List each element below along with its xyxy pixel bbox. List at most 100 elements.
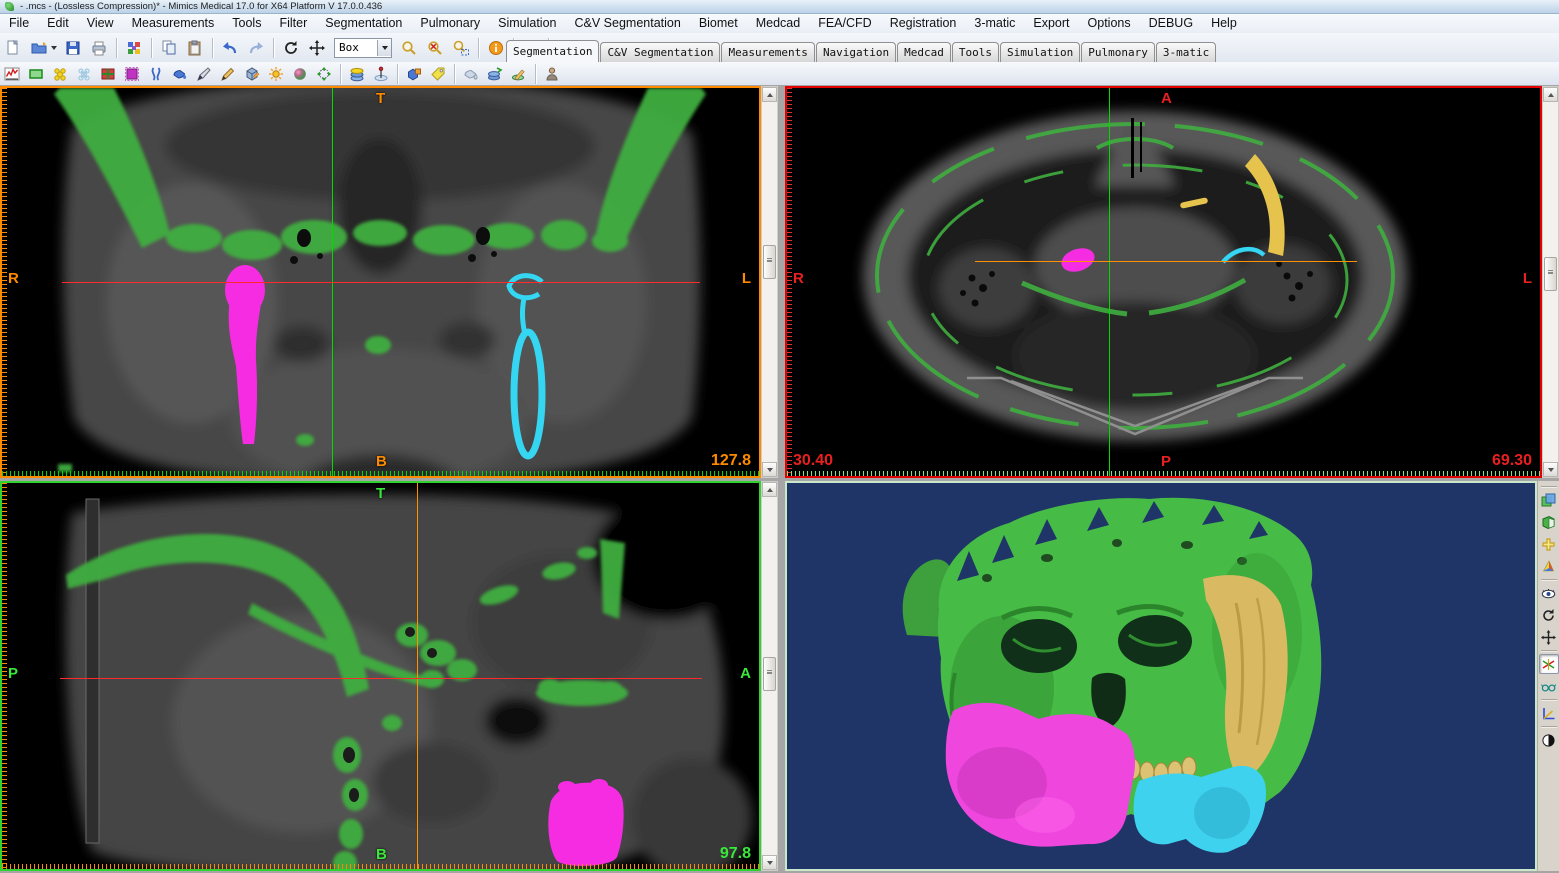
coronal-crosshair-horizontal[interactable] bbox=[62, 282, 700, 283]
sagittal-scrollbar[interactable] bbox=[761, 481, 778, 871]
menu-edit[interactable]: Edit bbox=[38, 14, 78, 33]
sagittal-crosshair-horizontal[interactable] bbox=[60, 678, 702, 679]
axial-scrollbar[interactable] bbox=[1542, 86, 1559, 478]
coronal-viewport[interactable]: T R L B 127.8 bbox=[0, 86, 761, 478]
multiple-slice-edit-icon[interactable] bbox=[346, 63, 368, 85]
open-dropdown-icon[interactable] bbox=[51, 46, 57, 50]
cavity-fill-icon[interactable] bbox=[169, 63, 191, 85]
print-icon[interactable] bbox=[87, 36, 111, 60]
draw-profile-line-icon[interactable] bbox=[193, 63, 215, 85]
menu-tools[interactable]: Tools bbox=[223, 14, 270, 33]
thresholding-icon[interactable] bbox=[1, 63, 23, 85]
window-titlebar[interactable]: - .mcs - (Lossless Compression)* - Mimic… bbox=[0, 0, 1559, 14]
tab-tools[interactable]: Tools bbox=[952, 42, 999, 62]
zoom-in-icon[interactable] bbox=[397, 36, 421, 60]
calculate-3d-icon[interactable] bbox=[97, 63, 119, 85]
dynamic-region-growing-icon[interactable] bbox=[73, 63, 95, 85]
menu-options[interactable]: Options bbox=[1079, 14, 1140, 33]
zoom-mode-dropdown-icon[interactable] bbox=[377, 40, 391, 56]
menu-measurements[interactable]: Measurements bbox=[123, 14, 224, 33]
registration-cross-icon[interactable] bbox=[1539, 534, 1559, 554]
axial-viewport[interactable]: A R L P 30.40 69.30 bbox=[785, 86, 1542, 478]
clipping-cube-icon[interactable] bbox=[1539, 512, 1559, 532]
new-document-icon[interactable] bbox=[1, 36, 25, 60]
stereo-glasses-icon[interactable] bbox=[1539, 676, 1559, 696]
coronal-slice-image[interactable]: T R L B 127.8 bbox=[2, 88, 759, 476]
tab-pulmonary[interactable]: Pulmonary bbox=[1081, 42, 1155, 62]
visibility-eye-icon[interactable] bbox=[1539, 583, 1559, 603]
sagittal-viewport[interactable]: T P A B 97.8 bbox=[0, 481, 761, 871]
calculate-3d-from-mask-icon[interactable] bbox=[484, 63, 506, 85]
axial-crosshair-horizontal[interactable] bbox=[975, 261, 1357, 262]
menu-biomet[interactable]: Biomet bbox=[690, 14, 747, 33]
sagittal-crosshair-vertical[interactable] bbox=[417, 483, 418, 869]
unzoom-icon[interactable] bbox=[423, 36, 447, 60]
menu-pulmonary[interactable]: Pulmonary bbox=[411, 14, 489, 33]
sagittal-slice-image[interactable]: T P A B 97.8 bbox=[2, 483, 759, 869]
coronal-scroll-down-icon[interactable] bbox=[762, 462, 777, 477]
project-grid-icon[interactable] bbox=[122, 36, 146, 60]
morphology-operations-icon[interactable] bbox=[145, 63, 167, 85]
axial-scroll-up-icon[interactable] bbox=[1543, 87, 1558, 102]
boolean-operations-icon[interactable] bbox=[403, 63, 425, 85]
zoom-box-icon[interactable] bbox=[449, 36, 473, 60]
coronal-scroll-up-icon[interactable] bbox=[762, 87, 777, 102]
crop-project-icon[interactable] bbox=[313, 63, 335, 85]
calculate-polylines-icon[interactable] bbox=[508, 63, 530, 85]
menu-registration[interactable]: Registration bbox=[881, 14, 966, 33]
menu-export[interactable]: Export bbox=[1024, 14, 1078, 33]
axial-crosshair-vertical[interactable] bbox=[1109, 88, 1110, 476]
refresh-views-icon[interactable] bbox=[279, 36, 303, 60]
threed-render-image[interactable] bbox=[787, 483, 1535, 869]
sagittal-scroll-thumb[interactable] bbox=[763, 657, 776, 691]
coronal-scrollbar[interactable] bbox=[761, 86, 778, 478]
menu-3matic[interactable]: 3-matic bbox=[965, 14, 1024, 33]
copy-icon[interactable] bbox=[157, 36, 181, 60]
pan-3d-icon[interactable] bbox=[1539, 627, 1559, 647]
point-marker-icon[interactable] bbox=[370, 63, 392, 85]
edit-pencil-icon[interactable] bbox=[217, 63, 239, 85]
threed-viewport[interactable] bbox=[785, 481, 1537, 871]
edit-mask-3d-icon[interactable] bbox=[241, 63, 263, 85]
save-project-icon[interactable] bbox=[61, 36, 85, 60]
menu-fea-cfd[interactable]: FEA/CFD bbox=[809, 14, 880, 33]
axial-slice-image[interactable]: A R L P 30.40 69.30 bbox=[787, 88, 1540, 476]
crop-mask-icon[interactable] bbox=[25, 63, 47, 85]
redo-icon[interactable] bbox=[244, 36, 268, 60]
menu-medcad[interactable]: Medcad bbox=[747, 14, 809, 33]
menu-segmentation[interactable]: Segmentation bbox=[316, 14, 411, 33]
tab-segmentation[interactable]: Segmentation bbox=[506, 40, 599, 62]
axes-indicator-icon[interactable] bbox=[1539, 654, 1559, 674]
sagittal-scroll-up-icon[interactable] bbox=[762, 482, 777, 497]
menu-cv-segmentation[interactable]: C&V Segmentation bbox=[566, 14, 690, 33]
coronal-scroll-thumb[interactable] bbox=[763, 245, 776, 279]
smooth-sphere-icon[interactable] bbox=[289, 63, 311, 85]
menu-file[interactable]: File bbox=[0, 14, 38, 33]
zoom-mode-select[interactable]: Box bbox=[334, 38, 392, 58]
tab-3matic[interactable]: 3-matic bbox=[1156, 42, 1216, 62]
menu-simulation[interactable]: Simulation bbox=[489, 14, 565, 33]
menu-help[interactable]: Help bbox=[1202, 14, 1246, 33]
tab-medcad[interactable]: Medcad bbox=[897, 42, 951, 62]
orientation-pyramid-icon[interactable] bbox=[1539, 556, 1559, 576]
patient-orientation-icon[interactable] bbox=[541, 63, 563, 85]
menu-debug[interactable]: DEBUG bbox=[1140, 14, 1202, 33]
rotate-3d-icon[interactable] bbox=[1539, 605, 1559, 625]
invert-contrast-icon[interactable] bbox=[1539, 730, 1559, 750]
open-project-icon[interactable] bbox=[27, 36, 51, 60]
sagittal-scroll-down-icon[interactable] bbox=[762, 855, 777, 870]
axial-scroll-down-icon[interactable] bbox=[1543, 462, 1558, 477]
tab-cv-segmentation[interactable]: C&V Segmentation bbox=[600, 42, 720, 62]
mask-tag-icon[interactable] bbox=[427, 63, 449, 85]
overlay-views-icon[interactable] bbox=[1539, 490, 1559, 510]
corner-axes-icon[interactable] bbox=[1539, 703, 1559, 723]
menu-filter[interactable]: Filter bbox=[270, 14, 316, 33]
tab-simulation[interactable]: Simulation bbox=[1000, 42, 1080, 62]
smart-expand-icon[interactable] bbox=[265, 63, 287, 85]
region-growing-icon[interactable] bbox=[49, 63, 71, 85]
paste-icon[interactable] bbox=[183, 36, 207, 60]
axial-scroll-thumb[interactable] bbox=[1544, 257, 1557, 291]
edit-masks-icon[interactable] bbox=[121, 63, 143, 85]
cavity-fill-pale-icon[interactable] bbox=[460, 63, 482, 85]
about-info-icon[interactable] bbox=[484, 36, 508, 60]
